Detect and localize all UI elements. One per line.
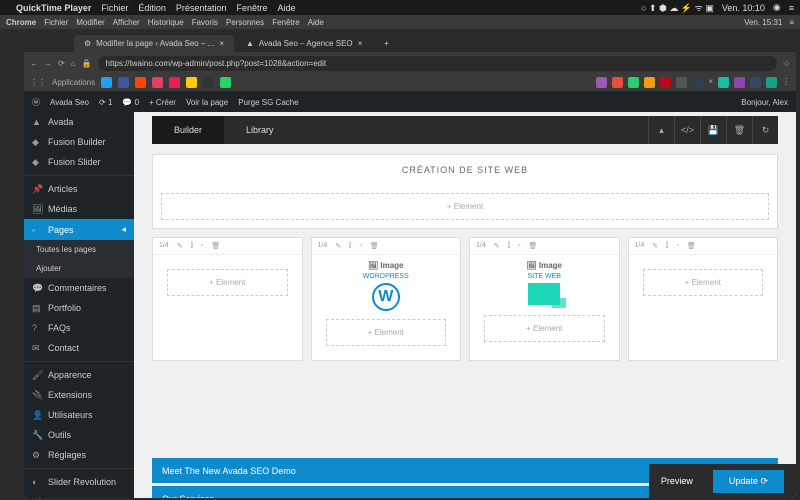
siteweb-image-icon bbox=[528, 283, 560, 305]
reload-icon[interactable]: ⟳ bbox=[58, 59, 65, 68]
sidebar-item-settings[interactable]: ⚙Réglages bbox=[24, 445, 134, 465]
column-1-4: 1/4✎⫿▫🗑 + Element bbox=[628, 237, 779, 361]
clock-2: Ven. 15:31 bbox=[744, 18, 782, 27]
publish-bar: Preview Update ⟳ bbox=[649, 464, 796, 498]
updates-icon[interactable]: ⟳ 1 bbox=[99, 98, 112, 107]
code-icon[interactable]: </> bbox=[674, 116, 700, 144]
tab-builder[interactable]: Builder bbox=[152, 116, 224, 144]
sidebar-item-media[interactable]: 🖼Médias bbox=[24, 199, 134, 219]
sidebar-item-fusion-slider[interactable]: ◆Fusion Slider bbox=[24, 152, 134, 172]
wp-sidebar: ▲Avada ◆Fusion Builder ◆Fusion Slider 📌A… bbox=[24, 112, 134, 498]
app-icon[interactable] bbox=[186, 77, 197, 88]
sidebar-item-pages[interactable]: ▫Pages◂ bbox=[24, 219, 134, 240]
column-1-4: 1/4✎⫿▫🗑 🖼 Image SITE WEB + Element bbox=[469, 237, 620, 361]
column-toolbar[interactable]: 1/4✎⫿▫🗑 bbox=[153, 238, 302, 255]
app-name[interactable]: QuickTime Player bbox=[16, 3, 91, 13]
sidebar-subitem-add[interactable]: Ajouter bbox=[24, 259, 134, 278]
user-greeting[interactable]: Bonjour, Alex bbox=[741, 98, 788, 107]
add-element-button[interactable]: + Element bbox=[167, 269, 288, 296]
sidebar-item-tools[interactable]: 🔧Outils bbox=[24, 425, 134, 445]
chrome-menubar: Chrome Fichier Modifier Afficher Histori… bbox=[0, 15, 800, 29]
clock-1: Ven. 10:10 bbox=[722, 3, 765, 13]
browser-window: ⚙Modifier la page ‹ Avada Seo – ...× ▲Av… bbox=[24, 30, 796, 498]
image-element: 🖼 Image WORDPRESS W bbox=[318, 261, 455, 311]
sidebar-subitem-all-pages[interactable]: Toutes les pages bbox=[24, 240, 134, 259]
mac-menubar: QuickTime Player Fichier Édition Présent… bbox=[0, 0, 800, 15]
comments-icon[interactable]: 💬 0 bbox=[122, 98, 139, 107]
image-element: 🖼 Image SITE WEB bbox=[476, 261, 613, 307]
star-icon[interactable]: ☆ bbox=[783, 59, 790, 68]
sidebar-item-slider-rev[interactable]: ◐Slider Revolution bbox=[24, 472, 134, 492]
close-icon: × bbox=[219, 39, 224, 48]
wp-admin-bar: ⓦ Avada Seo ⟳ 1 💬 0 + Créer Voir la page… bbox=[24, 92, 796, 112]
browser-tabs: ⚙Modifier la page ‹ Avada Seo – ...× ▲Av… bbox=[24, 30, 796, 52]
new-tab-button[interactable]: + bbox=[374, 35, 399, 52]
sidebar-item-fusion-builder[interactable]: ◆Fusion Builder bbox=[24, 132, 134, 152]
instagram-icon[interactable] bbox=[152, 77, 163, 88]
history-icon[interactable]: ↻ bbox=[752, 116, 778, 144]
add-element-button[interactable]: + Element bbox=[326, 319, 447, 346]
twitter-icon[interactable] bbox=[101, 77, 112, 88]
column-1-4: 1/4✎⫿▫🗑 + Element bbox=[152, 237, 303, 361]
tab-inactive[interactable]: ▲Avada Seo – Agence SEO× bbox=[236, 35, 372, 52]
collapse-icon[interactable]: ▴ bbox=[648, 116, 674, 144]
sidebar-item-faqs[interactable]: ?FAQs bbox=[24, 318, 134, 338]
forward-icon[interactable]: → bbox=[44, 59, 52, 68]
sidebar-item-users[interactable]: 👤Utilisateurs bbox=[24, 405, 134, 425]
reddit-icon[interactable] bbox=[135, 77, 146, 88]
purge-cache[interactable]: Purge SG Cache bbox=[238, 98, 298, 107]
section-title: CRÉATION DE SITE WEB bbox=[153, 155, 777, 185]
lock-icon: 🔒 bbox=[82, 59, 92, 68]
update-button[interactable]: Update ⟳ bbox=[713, 470, 784, 493]
chrome-app[interactable]: Chrome bbox=[6, 18, 36, 27]
delete-icon[interactable]: 🗑 bbox=[726, 116, 752, 144]
home-icon[interactable]: ⌂ bbox=[71, 59, 76, 68]
site-link[interactable]: Avada Seo bbox=[50, 98, 89, 107]
sidebar-item-avada[interactable]: ▲Avada bbox=[24, 112, 134, 132]
save-icon[interactable]: 💾 bbox=[700, 116, 726, 144]
sidebar-item-comments[interactable]: 💬Commentaires bbox=[24, 278, 134, 298]
whatsapp-icon[interactable] bbox=[220, 77, 231, 88]
add-element-button[interactable]: + Element bbox=[161, 193, 769, 220]
column-1-4: 1/4✎⫿▫🗑 🖼 Image WORDPRESS W + Element bbox=[311, 237, 462, 361]
sidebar-item-sg-optimizer[interactable]: ⚡SG Optimizer bbox=[24, 492, 134, 498]
address-bar: ← → ⟳ ⌂ 🔒 ☆ bbox=[24, 52, 796, 74]
app-icon[interactable] bbox=[203, 77, 214, 88]
sidebar-item-appearance[interactable]: 🖌Apparence bbox=[24, 365, 134, 385]
sidebar-item-contact[interactable]: ✉Contact bbox=[24, 338, 134, 358]
view-page[interactable]: Voir la page bbox=[186, 98, 228, 107]
add-new[interactable]: + Créer bbox=[149, 98, 176, 107]
sidebar-item-plugins[interactable]: 🔌Extensions bbox=[24, 385, 134, 405]
tab-active[interactable]: ⚙Modifier la page ‹ Avada Seo – ...× bbox=[74, 35, 234, 52]
avatar[interactable] bbox=[766, 77, 777, 88]
status-icons: ○ ⬆ ⬢ ☁ ⚡ ᯤ ▣ bbox=[641, 1, 714, 14]
url-input[interactable] bbox=[98, 56, 777, 71]
pinterest-icon[interactable] bbox=[660, 77, 671, 88]
user-icon[interactable]: ◉ bbox=[773, 2, 781, 13]
add-element-button[interactable]: + Element bbox=[484, 315, 605, 342]
builder-toolbar: Builder Library ▴ </> 💾 🗑 ↻ bbox=[152, 116, 778, 144]
app-icon[interactable] bbox=[169, 77, 180, 88]
add-element-button[interactable]: + Element bbox=[643, 269, 764, 296]
tab-library[interactable]: Library bbox=[224, 116, 296, 144]
wordpress-logo-icon: W bbox=[372, 283, 400, 311]
section-block: CRÉATION DE SITE WEB + Element bbox=[152, 154, 778, 229]
builder-canvas: CRÉATION DE SITE WEB + Element 1/4✎⫿▫🗑 +… bbox=[134, 144, 796, 455]
editor-main: Builder Library ▴ </> 💾 🗑 ↻ CRÉATION DE … bbox=[134, 112, 796, 498]
bookmarks-bar: ⋮⋮Applications × ⋮ bbox=[24, 74, 796, 92]
sidebar-item-articles[interactable]: 📌Articles bbox=[24, 179, 134, 199]
sidebar-item-portfolio[interactable]: ▤Portfolio bbox=[24, 298, 134, 318]
facebook-icon[interactable] bbox=[118, 77, 129, 88]
back-icon[interactable]: ← bbox=[30, 59, 38, 68]
preview-button[interactable]: Preview bbox=[661, 476, 693, 486]
wordpress-icon[interactable]: ⓦ bbox=[32, 97, 40, 108]
